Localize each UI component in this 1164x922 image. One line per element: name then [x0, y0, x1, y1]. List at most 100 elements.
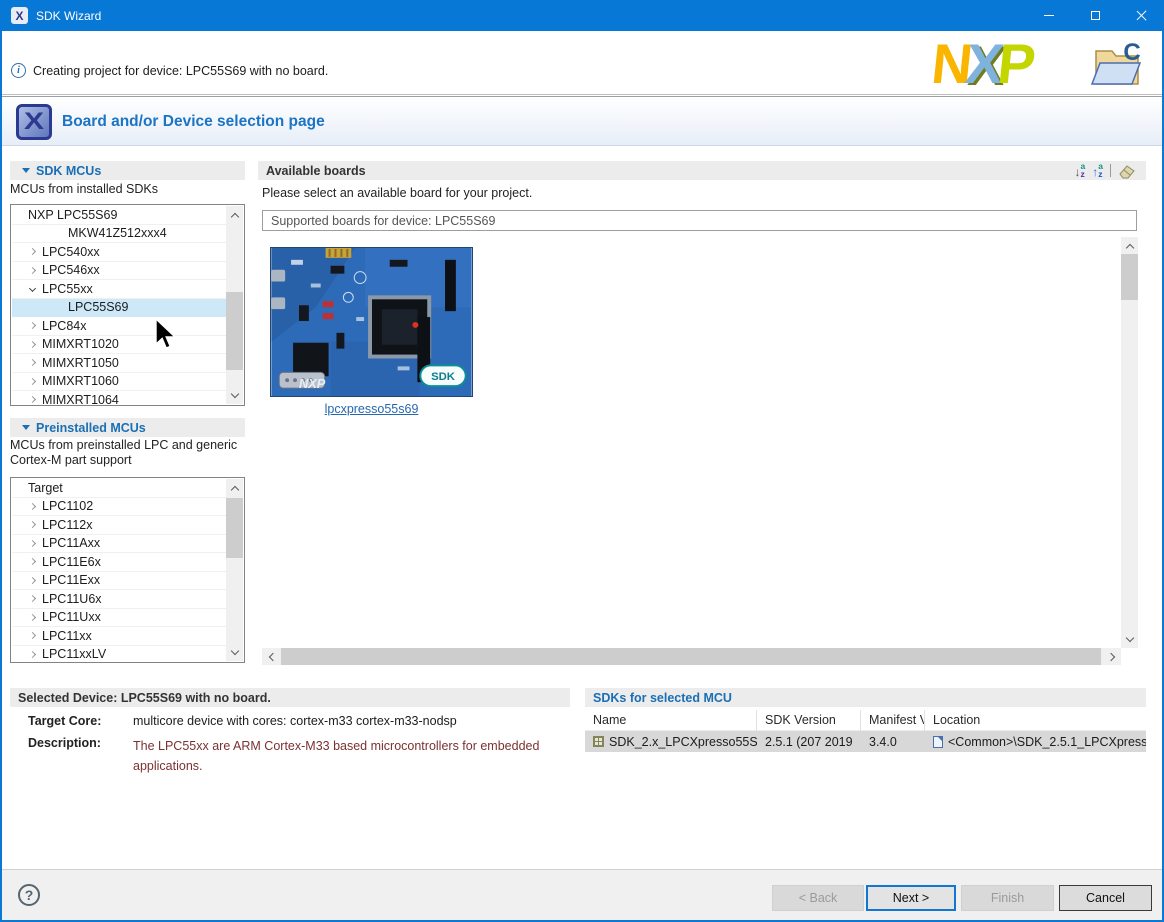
tree-item[interactable]: LPC540xx	[12, 243, 226, 262]
scroll-down-button[interactable]	[226, 644, 243, 661]
sdk-mcus-subtitle: MCUs from installed SDKs	[10, 182, 158, 196]
sdk-mcus-scrollbar[interactable]	[226, 206, 243, 404]
tree-item-label: LPC11U6x	[42, 591, 102, 606]
tree-item[interactable]: LPC11xxLV	[12, 646, 226, 661]
boards-vertical-scrollbar[interactable]	[1121, 237, 1138, 648]
back-button[interactable]: < Back	[772, 885, 864, 911]
expand-chevron-icon[interactable]	[22, 322, 42, 330]
expand-chevron-icon[interactable]	[22, 632, 42, 640]
help-button[interactable]: ?	[18, 884, 40, 906]
expand-chevron-icon[interactable]	[22, 558, 42, 566]
expand-chevron-icon[interactable]	[22, 285, 42, 293]
expand-chevron-icon[interactable]	[22, 359, 42, 367]
sdk-mcus-section-header[interactable]: SDK MCUs	[10, 161, 245, 180]
target-core-value: multicore device with cores: cortex-m33 …	[133, 714, 457, 728]
collapse-triangle-icon[interactable]	[22, 425, 30, 430]
board-thumbnail[interactable]: NXP SDK	[270, 247, 473, 397]
column-header[interactable]: Name	[585, 709, 757, 731]
next-button[interactable]: Next >	[866, 885, 956, 911]
scroll-down-button[interactable]	[1121, 631, 1138, 648]
sdks-title: SDKs for selected MCU	[593, 690, 732, 705]
expand-chevron-icon[interactable]	[22, 377, 42, 385]
cancel-button[interactable]: Cancel	[1059, 885, 1152, 911]
tree-item-label: Target	[28, 480, 63, 495]
tree-item[interactable]: Target	[12, 479, 226, 498]
selected-device-title: Selected Device: LPC55S69 with no board.	[18, 690, 271, 705]
expand-chevron-icon[interactable]	[22, 340, 42, 348]
description-value: The LPC55xx are ARM Cortex-M33 based mic…	[133, 739, 540, 773]
board-link[interactable]: lpcxpresso55s69	[270, 402, 473, 416]
expand-chevron-icon[interactable]	[22, 521, 42, 529]
tree-item[interactable]: LPC11Uxx	[12, 609, 226, 627]
expand-chevron-icon[interactable]	[22, 650, 42, 658]
title-bar[interactable]: X SDK Wizard	[0, 0, 1164, 31]
preinstalled-mcus-scrollbar[interactable]	[226, 479, 243, 661]
scroll-up-button[interactable]	[226, 206, 243, 223]
expand-chevron-icon[interactable]	[22, 539, 42, 547]
tree-item-label: LPC546xx	[42, 263, 100, 278]
tree-item-label: LPC540xx	[42, 244, 100, 259]
scrollbar-thumb[interactable]	[1121, 254, 1138, 300]
tree-item[interactable]: LPC11Exx	[12, 572, 226, 590]
tree-item[interactable]: MIMXRT1050	[12, 354, 226, 373]
close-button[interactable]	[1118, 0, 1164, 31]
scroll-right-button[interactable]	[1104, 648, 1121, 665]
tree-item[interactable]: LPC11U6x	[12, 590, 226, 609]
boards-filter-input[interactable]	[262, 210, 1137, 231]
tree-item-label: MIMXRT1050	[42, 355, 119, 370]
svg-text:SDK: SDK	[431, 371, 456, 383]
scrollbar-thumb[interactable]	[226, 498, 243, 558]
expand-chevron-icon[interactable]	[22, 502, 42, 510]
scrollbar-thumb[interactable]	[281, 648, 1101, 665]
clear-filter-eraser-icon[interactable]	[1118, 163, 1136, 179]
scroll-left-button[interactable]	[262, 648, 279, 665]
tree-item[interactable]: NXP LPC55S69	[12, 206, 226, 225]
expand-chevron-icon[interactable]	[22, 396, 42, 404]
preinstalled-mcus-tree: Target LPC1102 LPC112x LPC11Axx LPC11E6x…	[10, 477, 245, 663]
tree-item[interactable]: LPC11xx	[12, 627, 226, 646]
tree-item[interactable]: MKW41Z512xxx4	[12, 225, 226, 243]
footer-bar: ? < Back Next > Finish Cancel	[2, 869, 1162, 920]
info-message: Creating project for device: LPC55S69 wi…	[33, 64, 329, 78]
tree-item-label: LPC11Exx	[42, 573, 101, 588]
tree-item[interactable]: LPC546xx	[12, 262, 226, 280]
tree-item[interactable]: MIMXRT1020	[12, 336, 226, 354]
collapse-triangle-icon[interactable]	[22, 168, 30, 173]
expand-chevron-icon[interactable]	[22, 248, 42, 256]
expand-chevron-icon[interactable]	[22, 613, 42, 621]
sdk-table-row[interactable]: SDK_2.x_LPCXpresso55S69 2.5.1 (207 2019 …	[585, 731, 1146, 752]
sort-descending-button[interactable]	[1075, 163, 1086, 178]
tree-item[interactable]: LPC55xx	[12, 280, 226, 299]
tree-item[interactable]: MIMXRT1064	[12, 391, 226, 404]
minimize-button[interactable]	[1026, 0, 1072, 31]
column-header[interactable]: SDK Version	[757, 709, 861, 731]
preinstalled-mcus-section-header[interactable]: Preinstalled MCUs	[10, 418, 245, 437]
tree-item-label: MIMXRT1020	[42, 337, 119, 352]
finish-button[interactable]: Finish	[961, 885, 1054, 911]
column-header[interactable]: Location	[925, 710, 1146, 731]
maximize-button[interactable]	[1072, 0, 1118, 31]
tree-item[interactable]: MIMXRT1060	[12, 373, 226, 391]
scroll-up-button[interactable]	[226, 479, 243, 496]
tree-item[interactable]: LPC1102	[12, 498, 226, 516]
column-header[interactable]: Manifest Ve...	[861, 709, 925, 731]
tree-item[interactable]: LPC55S69	[12, 298, 226, 317]
scroll-up-button[interactable]	[1121, 237, 1138, 254]
tree-item[interactable]: LPC11E6x	[12, 553, 226, 572]
page-title-band: X Board and/or Device selection page	[2, 96, 1162, 146]
tree-item[interactable]: LPC84x	[12, 317, 226, 336]
board-card[interactable]: NXP SDK lpcxpresso55s69	[270, 247, 473, 416]
tree-item-label: LPC11Axx	[42, 536, 101, 551]
tree-item[interactable]: LPC11Axx	[12, 535, 226, 553]
tree-item[interactable]: LPC112x	[12, 516, 226, 535]
wizard-page-icon: X	[16, 104, 52, 140]
scrollbar-thumb[interactable]	[226, 292, 243, 370]
svg-text:NXP: NXP	[299, 376, 326, 391]
expand-chevron-icon[interactable]	[22, 576, 42, 584]
expand-chevron-icon[interactable]	[22, 595, 42, 603]
boards-horizontal-scrollbar[interactable]	[262, 648, 1121, 665]
scroll-down-button[interactable]	[226, 387, 243, 404]
sdk-location: <Common>\SDK_2.5.1_LPCXpress	[948, 734, 1146, 749]
sort-ascending-button[interactable]	[1092, 163, 1103, 178]
expand-chevron-icon[interactable]	[22, 266, 42, 274]
